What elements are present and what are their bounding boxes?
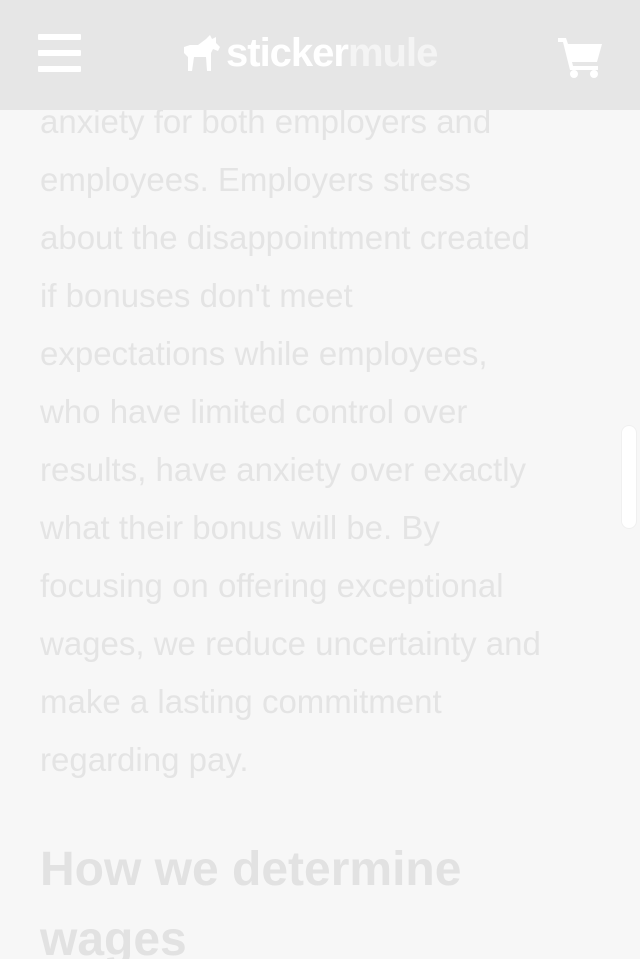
menu-icon-bar xyxy=(38,50,81,56)
brand-name-sticker: sticker xyxy=(226,31,349,75)
cart-icon xyxy=(558,38,602,78)
mule-logo-icon xyxy=(184,35,220,71)
brand-name-mule: mule xyxy=(347,31,438,75)
page: sticker mule anxiety for both employers a… xyxy=(0,0,640,959)
menu-icon-bar xyxy=(38,34,81,40)
menu-icon-bar xyxy=(38,66,81,72)
top-navigation-bar: sticker mule xyxy=(0,0,640,110)
article-content: anxiety for both employers and employees… xyxy=(40,93,610,959)
menu-button[interactable] xyxy=(38,34,81,72)
cart-button[interactable] xyxy=(556,36,604,78)
article-paragraph: anxiety for both employers and employees… xyxy=(40,103,541,778)
section-heading: How we determine wages xyxy=(40,843,462,959)
scrollbar-thumb[interactable] xyxy=(622,426,636,528)
brand-logo-link[interactable]: sticker mule xyxy=(180,30,438,76)
